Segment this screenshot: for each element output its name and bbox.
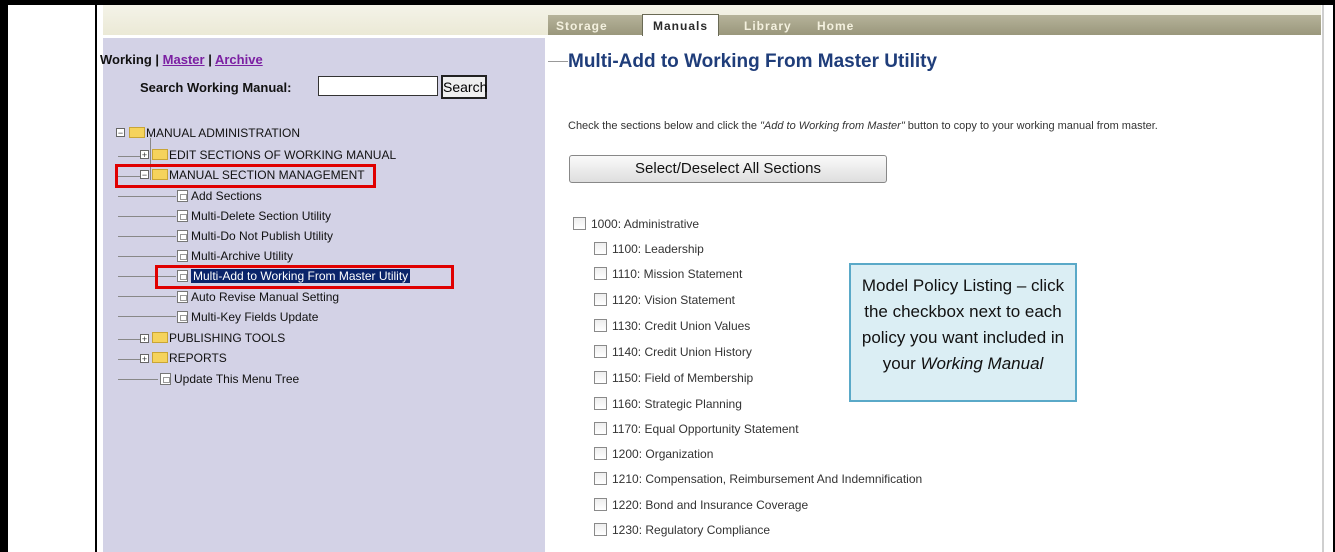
folder-icon <box>152 352 168 363</box>
section-row-1200[interactable]: 1200: Organization <box>594 446 713 462</box>
tree-connector <box>118 339 141 340</box>
document-icon <box>177 210 188 222</box>
master-link[interactable]: Master <box>163 52 205 67</box>
checkbox[interactable] <box>594 523 607 536</box>
callout-line: Model Policy Listing – click <box>861 276 1065 295</box>
tree-connector <box>118 216 176 217</box>
section-row-1210[interactable]: 1210: Compensation, Reimbursement And In… <box>594 471 922 487</box>
checkbox[interactable] <box>594 293 607 306</box>
expand-icon[interactable]: + <box>140 354 149 364</box>
collapse-icon[interactable]: − <box>116 128 125 138</box>
section-row-1150[interactable]: 1150: Field of Membership <box>594 370 753 386</box>
manual-view-links: Working | Master | Archive <box>100 52 263 67</box>
search-button[interactable]: Search <box>441 75 487 99</box>
tab-home[interactable]: Home <box>817 18 854 35</box>
callout-note: Model Policy Listing – click the checkbo… <box>849 263 1077 402</box>
highlight-box-multi-add <box>155 265 454 289</box>
screen-frame-divider <box>95 0 97 552</box>
checkbox[interactable] <box>594 472 607 485</box>
tree-folder-edit-sections[interactable]: EDIT SECTIONS OF WORKING MANUAL <box>152 147 396 163</box>
expand-icon[interactable]: + <box>140 334 149 344</box>
section-row-1130[interactable]: 1130: Credit Union Values <box>594 318 750 334</box>
tree-item-multi-do-not-publish[interactable]: Multi-Do Not Publish Utility <box>177 228 333 244</box>
search-label: Search Working Manual: <box>140 80 292 95</box>
tree-connector <box>118 236 176 237</box>
checkbox[interactable] <box>573 217 586 230</box>
links-separator: | <box>155 52 160 67</box>
checkbox[interactable] <box>594 242 607 255</box>
document-icon <box>177 190 188 202</box>
tree-item-add-sections[interactable]: Add Sections <box>177 188 262 204</box>
checkbox[interactable] <box>594 397 607 410</box>
checkbox[interactable] <box>594 267 607 280</box>
tab-library[interactable]: Library <box>744 18 792 35</box>
section-row-1170[interactable]: 1170: Equal Opportunity Statement <box>594 421 799 437</box>
tree-item-update-menu-tree[interactable]: Update This Menu Tree <box>160 371 299 387</box>
expand-icon[interactable]: + <box>140 150 149 160</box>
folder-icon <box>129 127 145 138</box>
section-row-1110[interactable]: 1110: Mission Statement <box>594 266 742 282</box>
tree-connector <box>118 196 176 197</box>
section-row-1220[interactable]: 1220: Bond and Insurance Coverage <box>594 497 808 513</box>
scroll-edge <box>1322 5 1324 552</box>
tree-connector <box>118 296 176 297</box>
tree-item-multi-key-fields[interactable]: Multi-Key Fields Update <box>177 309 318 325</box>
section-row-1140[interactable]: 1140: Credit Union History <box>594 344 752 360</box>
archive-link[interactable]: Archive <box>215 52 263 67</box>
checkbox[interactable] <box>594 319 607 332</box>
checkbox[interactable] <box>594 345 607 358</box>
links-separator: | <box>208 52 212 67</box>
document-icon <box>177 311 188 323</box>
checkbox[interactable] <box>594 422 607 435</box>
screen-frame-left <box>0 0 8 552</box>
tree-item-multi-archive[interactable]: Multi-Archive Utility <box>177 248 293 264</box>
checkbox[interactable] <box>594 498 607 511</box>
search-input[interactable] <box>318 76 438 96</box>
document-icon <box>160 373 171 385</box>
tree-connector <box>118 256 176 257</box>
working-link: Working <box>100 52 152 67</box>
callout-line: your Working Manual <box>882 354 1044 373</box>
title-rule <box>548 61 568 62</box>
tree-connector <box>118 359 141 360</box>
document-icon <box>177 291 188 303</box>
callout-line: the checkbox next to each <box>864 302 1062 321</box>
tree-item-auto-revise[interactable]: Auto Revise Manual Setting <box>177 289 339 305</box>
section-row-1120[interactable]: 1120: Vision Statement <box>594 292 735 308</box>
tree-connector <box>118 379 158 380</box>
instruction-text: Check the sections below and click the "… <box>568 120 1158 132</box>
section-row-1160[interactable]: 1160: Strategic Planning <box>594 396 742 412</box>
document-icon <box>177 250 188 262</box>
section-row-1000[interactable]: 1000: Administrative <box>573 216 699 232</box>
section-row-1230[interactable]: 1230: Regulatory Compliance <box>594 522 770 538</box>
page-title: Multi-Add to Working From Master Utility <box>568 51 938 72</box>
tree-connector <box>118 156 141 157</box>
folder-icon <box>152 149 168 160</box>
checkbox[interactable] <box>594 447 607 460</box>
tree-item-multi-delete[interactable]: Multi-Delete Section Utility <box>177 208 331 224</box>
tree-folder-publishing-tools[interactable]: PUBLISHING TOOLS <box>152 330 285 346</box>
callout-line: policy you want included in <box>861 328 1065 347</box>
select-deselect-all-button[interactable]: Select/Deselect All Sections <box>569 155 887 183</box>
document-icon <box>177 230 188 242</box>
tree-folder-reports[interactable]: REPORTS <box>152 350 227 366</box>
folder-icon <box>152 332 168 343</box>
section-row-1100[interactable]: 1100: Leadership <box>594 241 704 257</box>
highlight-box-section-management <box>115 164 376 188</box>
tree-connector <box>118 316 176 317</box>
checkbox[interactable] <box>594 371 607 384</box>
tree-folder-manual-administration[interactable]: MANUAL ADMINISTRATION <box>129 125 300 141</box>
tab-storage[interactable]: Storage <box>556 18 608 35</box>
tab-manuals[interactable]: Manuals <box>642 14 720 36</box>
